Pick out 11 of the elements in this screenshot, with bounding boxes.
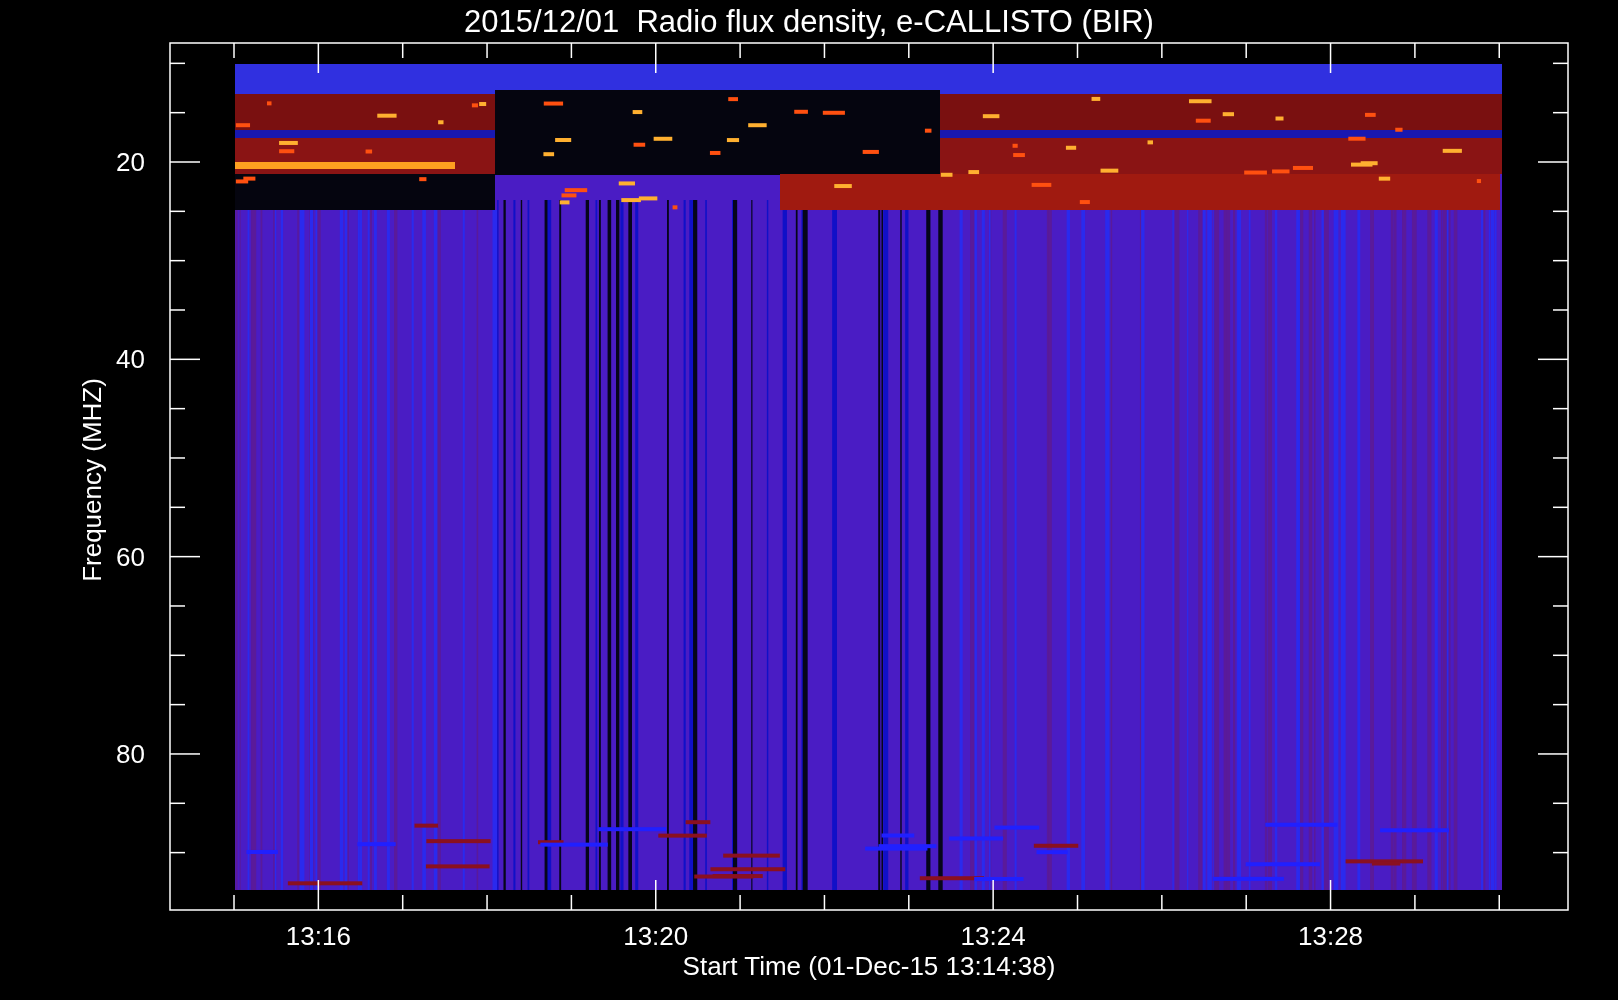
y-tick-label: 80 bbox=[116, 738, 145, 769]
x-tick-label: 13:16 bbox=[285, 921, 351, 951]
x-axis-label: Start Time (01-Dec-15 13:14:38) bbox=[682, 951, 1056, 981]
y-axis-label: Frequency (MHZ) bbox=[77, 378, 107, 582]
y-tick-label: 40 bbox=[116, 344, 145, 375]
x-tick-label: 13:20 bbox=[623, 921, 689, 951]
x-tick-label: 13:28 bbox=[1298, 921, 1364, 951]
chart-title: 2015/12/01 Radio flux density, e-CALLISTO (BIR) bbox=[464, 4, 1154, 39]
y-tick-label: 20 bbox=[116, 147, 145, 177]
x-tick-label: 13:24 bbox=[960, 921, 1026, 951]
y-tick-label: 60 bbox=[116, 541, 145, 572]
